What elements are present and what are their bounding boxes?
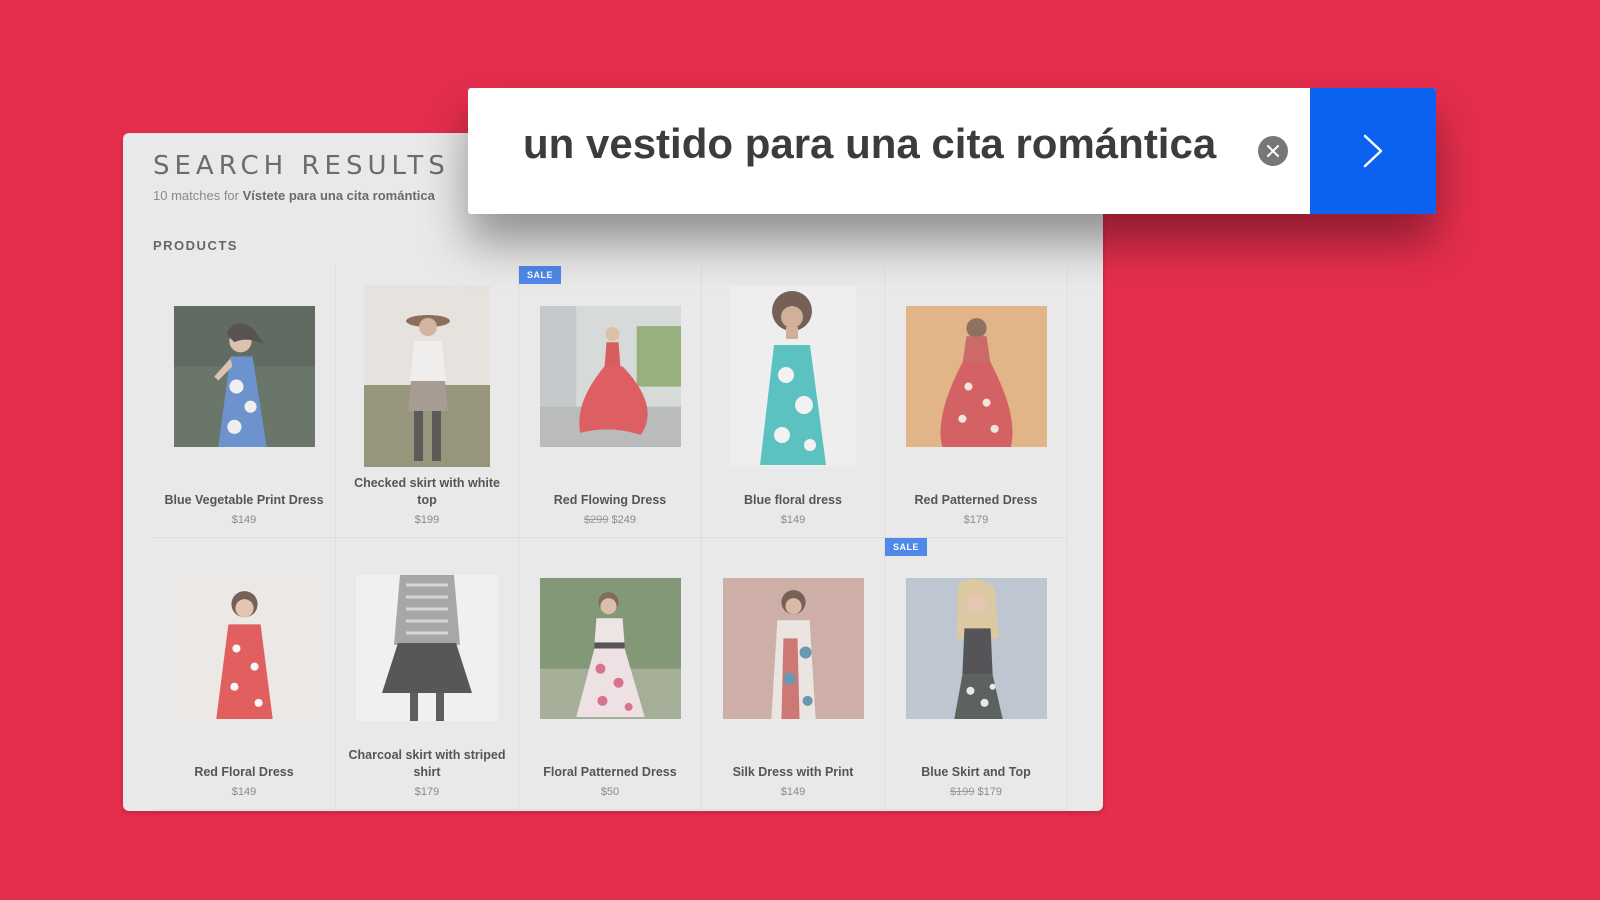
- product-name[interactable]: Checked skirt with white top: [344, 475, 510, 509]
- product-photo[interactable]: [173, 577, 315, 719]
- product-old-price: $199: [950, 786, 975, 798]
- product-price: $149: [702, 786, 884, 798]
- search-results-panel: SEARCH RESULTS 10 matches for Vístete pa…: [123, 133, 1103, 811]
- product-card[interactable]: SALE Blue Skirt and Top $199 $179: [885, 538, 1068, 810]
- product-image[interactable]: [519, 538, 701, 758]
- product-photo[interactable]: [173, 305, 315, 447]
- product-current-price: $179: [963, 514, 989, 526]
- product-image[interactable]: [153, 266, 335, 486]
- product-price: $149: [153, 514, 335, 526]
- clear-search-button[interactable]: [1258, 136, 1288, 166]
- results-title: SEARCH RESULTS: [153, 151, 450, 181]
- product-photo[interactable]: [364, 285, 490, 467]
- product-current-price: $249: [611, 514, 636, 526]
- product-price: $149: [702, 514, 884, 526]
- products-section-label: PRODUCTS: [153, 238, 238, 253]
- product-card[interactable]: Checked skirt with white top $199: [336, 266, 519, 538]
- product-image[interactable]: [336, 266, 518, 486]
- product-image[interactable]: [336, 538, 518, 758]
- search-submit-button[interactable]: [1310, 88, 1436, 214]
- close-icon: [1267, 145, 1279, 157]
- product-name[interactable]: Charcoal skirt with striped shirt: [344, 747, 510, 781]
- product-card[interactable]: Charcoal skirt with striped shirt $179: [336, 538, 519, 810]
- product-old-price: $299: [584, 514, 609, 526]
- product-card[interactable]: Blue Vegetable Print Dress $149: [153, 266, 336, 538]
- product-current-price: $149: [780, 514, 806, 526]
- product-current-price: $50: [600, 786, 620, 798]
- product-card[interactable]: Blue floral dress $149: [702, 266, 885, 538]
- chevron-right-icon: [1363, 134, 1383, 168]
- product-price: $149: [153, 786, 335, 798]
- results-count: 10 matches for: [153, 188, 239, 203]
- product-current-price: $179: [977, 786, 1002, 798]
- product-photo[interactable]: [356, 575, 498, 721]
- product-current-price: $179: [414, 786, 440, 798]
- product-photo[interactable]: [539, 305, 681, 447]
- product-card[interactable]: Red Patterned Dress $179: [885, 266, 1068, 538]
- search-input[interactable]: un vestido para una cita romántica: [523, 120, 1216, 168]
- product-name[interactable]: Floral Patterned Dress: [527, 764, 693, 781]
- search-bar: un vestido para una cita romántica: [468, 88, 1436, 214]
- product-card[interactable]: Floral Patterned Dress $50: [519, 538, 702, 810]
- product-current-price: $149: [780, 786, 806, 798]
- product-image[interactable]: [153, 538, 335, 758]
- product-photo[interactable]: [905, 577, 1047, 719]
- product-name[interactable]: Red Patterned Dress: [893, 492, 1059, 509]
- product-image[interactable]: [702, 266, 884, 486]
- product-price: $50: [519, 786, 701, 798]
- product-image[interactable]: [702, 538, 884, 758]
- product-price: $199: [336, 514, 518, 526]
- product-card[interactable]: Red Floral Dress $149: [153, 538, 336, 810]
- product-price: $199 $179: [885, 786, 1067, 798]
- product-photo[interactable]: [730, 285, 856, 467]
- product-image[interactable]: [885, 266, 1067, 486]
- results-subtitle: 10 matches for Vístete para una cita rom…: [153, 188, 435, 203]
- product-name[interactable]: Red Flowing Dress: [527, 492, 693, 509]
- product-name[interactable]: Blue Skirt and Top: [893, 764, 1059, 781]
- product-card[interactable]: Silk Dress with Print $149: [702, 538, 885, 810]
- product-photo[interactable]: [722, 577, 864, 719]
- product-photo[interactable]: [905, 305, 1047, 447]
- product-price: $299 $249: [519, 514, 701, 526]
- product-grid: Blue Vegetable Print Dress $149 Checked …: [153, 266, 1068, 810]
- product-card[interactable]: SALE Red Flowing Dress $299 $249: [519, 266, 702, 538]
- product-current-price: $149: [231, 786, 257, 798]
- product-photo[interactable]: [539, 577, 681, 719]
- product-current-price: $149: [231, 514, 257, 526]
- product-image[interactable]: [519, 266, 701, 486]
- product-name[interactable]: Red Floral Dress: [161, 764, 327, 781]
- results-original-query: Vístete para una cita romántica: [242, 188, 435, 203]
- product-name[interactable]: Silk Dress with Print: [710, 764, 876, 781]
- product-name[interactable]: Blue floral dress: [710, 492, 876, 509]
- product-name[interactable]: Blue Vegetable Print Dress: [161, 492, 327, 509]
- product-price: $179: [885, 514, 1067, 526]
- product-image[interactable]: [885, 538, 1067, 758]
- product-current-price: $199: [414, 514, 440, 526]
- product-price: $179: [336, 786, 518, 798]
